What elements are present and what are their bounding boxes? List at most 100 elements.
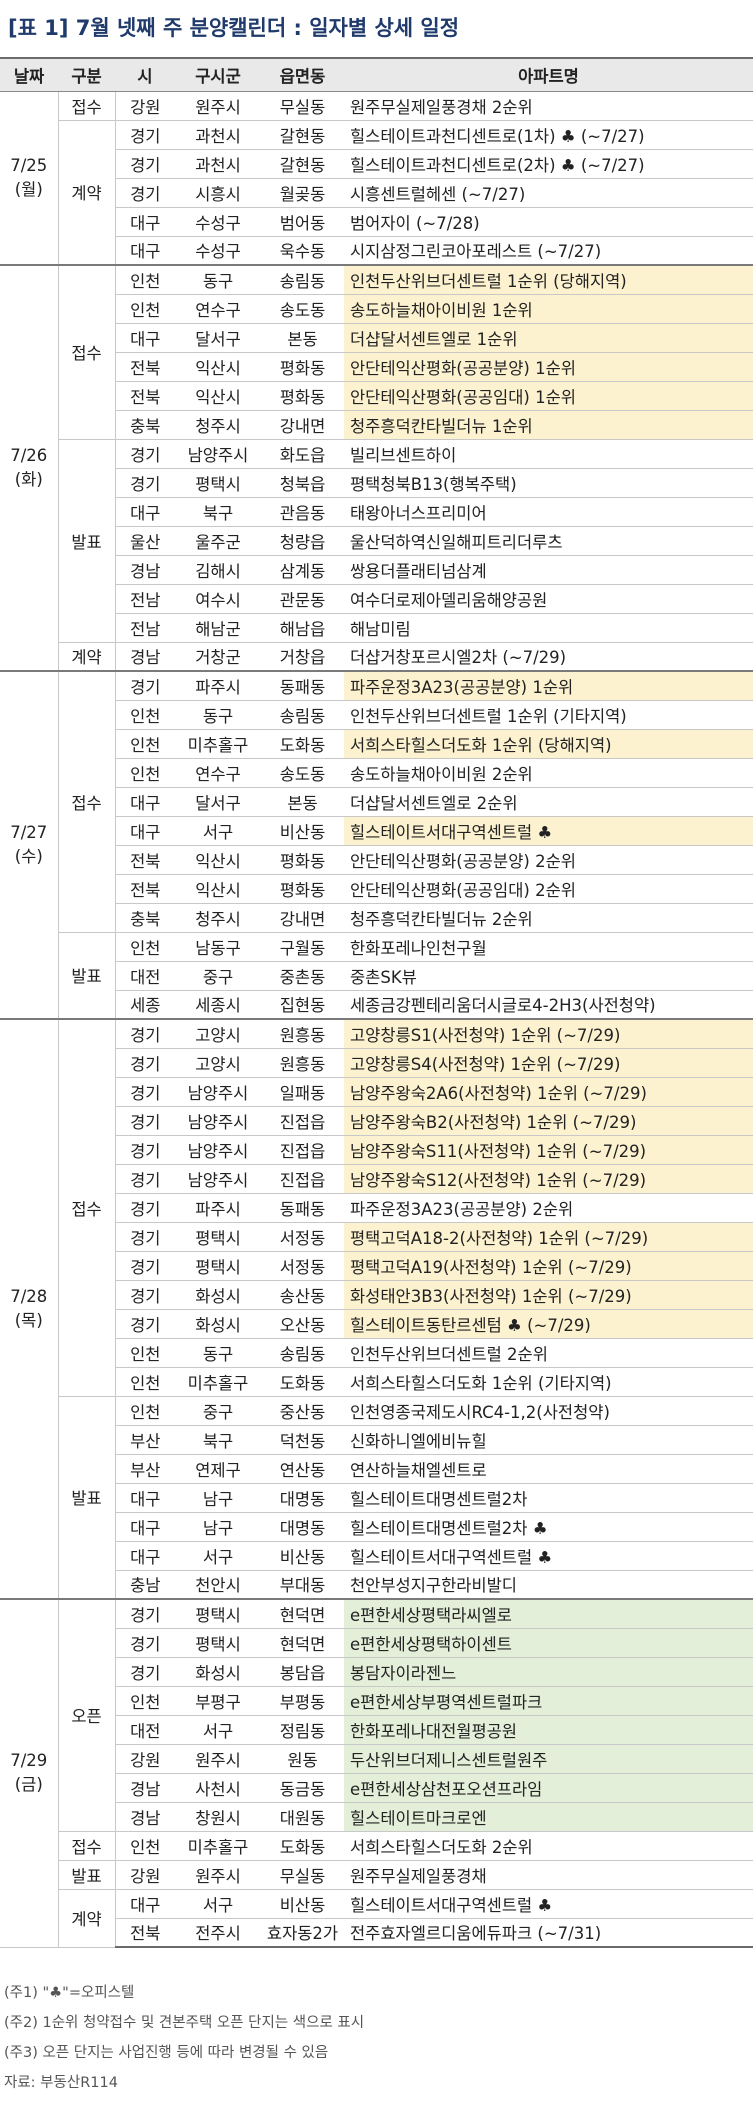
- town-cell: 비산동: [261, 1889, 344, 1919]
- town-cell: 송도동: [261, 758, 344, 788]
- apartment-name: 두산위브더제니스센트럴원주: [344, 1744, 753, 1774]
- district-cell: 화성시: [175, 1309, 261, 1339]
- apartment-name: 해남미림: [344, 613, 753, 643]
- district-cell: 시흥시: [175, 178, 261, 208]
- district-cell: 남양주시: [175, 1164, 261, 1194]
- town-cell: 도화동: [261, 729, 344, 759]
- town-cell: 대명동: [261, 1512, 344, 1542]
- page-title: [표 1] 7월 넷째 주 분양캘린더 : 일자별 상세 일정: [8, 16, 460, 40]
- district-cell: 남구: [175, 1483, 261, 1513]
- town-cell: 욱수동: [261, 236, 344, 266]
- district-cell: 연수구: [175, 294, 261, 324]
- district-cell: 남양주시: [175, 1135, 261, 1165]
- category-cell: 발표: [58, 1860, 116, 1890]
- district-cell: 달서구: [175, 323, 261, 353]
- apartment-name: 파주운정3A23(공공분양) 1순위: [344, 670, 753, 701]
- district-cell: 동구: [175, 1338, 261, 1368]
- apartment-name: 쌍용더플래티넘삼계: [344, 555, 753, 585]
- date-cell: 7/27 (수): [0, 670, 59, 1020]
- province-cell: 경기: [115, 468, 175, 498]
- apartment-name: 태왕아너스프리미어: [344, 497, 753, 527]
- province-cell: 경기: [115, 1106, 175, 1136]
- apartment-name: 서희스타힐스더도화 2순위: [344, 1831, 753, 1861]
- province-cell: 전북: [115, 1918, 175, 1948]
- category-cell: 발표: [58, 932, 116, 1020]
- apartment-name: 평택고덕A18-2(사전청약) 1순위 (~7/29): [344, 1222, 753, 1252]
- district-cell: 서구: [175, 1541, 261, 1571]
- town-cell: 송림동: [261, 264, 344, 295]
- district-cell: 북구: [175, 1425, 261, 1455]
- province-cell: 인천: [115, 932, 175, 962]
- province-cell: 인천: [115, 1831, 175, 1861]
- town-cell: 화도읍: [261, 439, 344, 469]
- footnotes: (주1) "♣"=오피스텔 (주2) 1순위 청약접수 및 견본주택 오픈 단지…: [4, 1978, 364, 2098]
- table-row: 7/28 (목) 접수 경기 고양시 원흥동 고양창릉S1(사전청약) 1순위 (~7/2…: [0, 1018, 753, 1600]
- province-cell: 강원: [115, 1744, 175, 1774]
- province-cell: 경기: [115, 1048, 175, 1078]
- header-district: 구시군: [175, 57, 261, 92]
- footnote-1: (주1) "♣"=오피스텔: [4, 1985, 135, 2001]
- district-cell: 청주시: [175, 903, 261, 933]
- province-cell: 대구: [115, 323, 175, 353]
- district-cell: 거창군: [175, 642, 261, 672]
- province-cell: 경기: [115, 1657, 175, 1687]
- district-cell: 평택시: [175, 468, 261, 498]
- town-cell: 강내면: [261, 903, 344, 933]
- apartment-name: 더샵거창포르시엘2차 (~7/29): [344, 642, 753, 672]
- date-label: 7/26 (화): [10, 446, 48, 489]
- town-cell: 송도동: [261, 294, 344, 324]
- province-cell: 전북: [115, 874, 175, 904]
- town-cell: 부평동: [261, 1686, 344, 1716]
- town-cell: 비산동: [261, 816, 344, 846]
- province-cell: 대구: [115, 1889, 175, 1919]
- category-cell: 접수: [58, 264, 116, 440]
- category-cell: 접수: [58, 1831, 116, 1861]
- header-apartment: 아파트명: [344, 57, 753, 92]
- category-cell: 오픈: [58, 1598, 116, 1832]
- district-cell: 익산시: [175, 352, 261, 382]
- apartment-name: 천안부성지구한라비발디: [344, 1570, 753, 1600]
- district-cell: 김해시: [175, 555, 261, 585]
- province-cell: 경기: [115, 1164, 175, 1194]
- province-cell: 경남: [115, 642, 175, 672]
- province-cell: 전북: [115, 381, 175, 411]
- table-row: 발표 인천 중구 중산동 인천영종국제도시RC4-1,2(사전청약): [0, 1396, 753, 1600]
- province-cell: 세종: [115, 990, 175, 1020]
- province-cell: 경기: [115, 439, 175, 469]
- district-cell: 평택시: [175, 1251, 261, 1281]
- date-label: 7/29 (금): [10, 1751, 48, 1795]
- category-cell: 계약: [58, 642, 116, 672]
- town-cell: 동패동: [261, 1193, 344, 1223]
- district-cell: 파주시: [175, 1193, 261, 1223]
- town-cell: 동금동: [261, 1773, 344, 1803]
- town-cell: 집현동: [261, 990, 344, 1020]
- district-cell: 사천시: [175, 1773, 261, 1803]
- district-cell: 서구: [175, 1715, 261, 1745]
- town-cell: 무실동: [261, 1860, 344, 1890]
- town-cell: 도화동: [261, 1367, 344, 1397]
- province-cell: 충북: [115, 410, 175, 440]
- province-cell: 경기: [115, 1018, 175, 1049]
- district-cell: 화성시: [175, 1657, 261, 1687]
- town-cell: 청북읍: [261, 468, 344, 498]
- table-row: 계약 대구 서구 비산동 힐스테이트서대구역센트럴 ♣: [0, 1889, 753, 1948]
- town-cell: 송림동: [261, 700, 344, 730]
- province-cell: 경기: [115, 1222, 175, 1252]
- town-cell: 평화동: [261, 352, 344, 382]
- town-cell: 본동: [261, 787, 344, 817]
- apartment-name: 여수더로제아델리움해양공원: [344, 584, 753, 614]
- district-cell: 남동구: [175, 932, 261, 962]
- district-cell: 평택시: [175, 1628, 261, 1658]
- apartment-name: 힐스테이트서대구역센트럴 ♣: [344, 1541, 753, 1571]
- apartment-name: 원주무실제일풍경채 2순위: [344, 91, 753, 121]
- district-cell: 고양시: [175, 1048, 261, 1078]
- apartment-name: 인천두산위브더센트럴 1순위 (당해지역): [344, 264, 753, 295]
- province-cell: 충남: [115, 1570, 175, 1600]
- province-cell: 경기: [115, 1598, 175, 1629]
- town-cell: 서정동: [261, 1251, 344, 1281]
- district-cell: 원주시: [175, 1744, 261, 1774]
- town-cell: 일패동: [261, 1077, 344, 1107]
- district-cell: 연수구: [175, 758, 261, 788]
- district-cell: 달서구: [175, 787, 261, 817]
- town-cell: 원동: [261, 1744, 344, 1774]
